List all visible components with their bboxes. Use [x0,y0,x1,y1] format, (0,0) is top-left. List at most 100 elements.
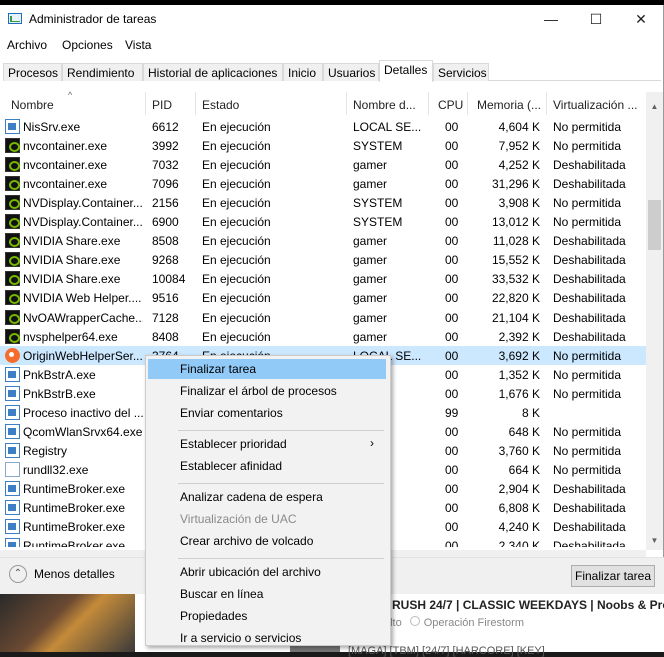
column-virtualizacion[interactable]: Virtualización ... [553,98,643,112]
process-status: En ejecución [202,253,271,268]
context-menu-item[interactable]: Enviar comentarios [148,403,386,423]
nvidia-icon [5,271,20,287]
table-row[interactable]: NVDisplay.Container... 2156 En ejecución SY… [0,193,646,212]
process-name: NVDisplay.Container... [23,215,143,230]
process-virtualization: Deshabilitada [553,520,626,535]
menu-vista[interactable]: Vista [125,38,151,52]
column-divider[interactable] [195,92,196,115]
process-name: NVIDIA Share.exe [23,234,121,249]
table-row[interactable]: nvcontainer.exe 7096 En ejecución gamer 00 31… [0,174,646,193]
process-pid: 6900 [152,215,179,230]
table-row[interactable]: nvsphelper64.exe 8408 En ejecución gamer 00 2… [0,327,646,346]
nvidia-icon [5,233,20,249]
tab-servicios[interactable]: Servicios [433,63,489,81]
process-cpu: 00 [445,158,459,173]
menu-archivo[interactable]: Archivo [7,38,47,52]
process-cpu: 00 [445,386,459,401]
context-menu-item[interactable]: Propiedades [148,606,386,626]
column-divider[interactable] [546,92,547,115]
process-virtualization: No permitida [553,139,622,154]
column-divider[interactable] [467,92,468,115]
process-cpu: 00 [445,539,459,547]
tab-detalles[interactable]: Detalles [379,60,433,82]
column-divider[interactable] [145,92,146,115]
column-usuario[interactable]: Nombre d... [353,98,423,112]
process-name: RuntimeBroker.exe [23,539,126,547]
context-menu-item-label: Buscar en línea [180,587,264,601]
column-memoria[interactable]: Memoria (... [477,98,547,112]
context-menu-item[interactable]: Buscar en línea [148,584,386,604]
column-pid[interactable]: PID [152,98,192,112]
menu-separator [178,558,384,559]
column-divider[interactable] [428,92,429,115]
table-row[interactable]: NVIDIA Share.exe 8508 En ejecución gamer 00 1… [0,231,646,250]
process-name: NVIDIA Share.exe [23,272,121,287]
table-row[interactable]: NVDisplay.Container... 6900 En ejecución SY… [0,212,646,231]
maximize-button[interactable]: ☐ [573,5,619,33]
process-cpu: 00 [445,120,459,134]
table-row[interactable]: NvOAWrapperCache.... 7128 En ejecución game… [0,308,646,327]
column-nombre[interactable]: Nombre [11,98,141,112]
chevron-up-icon[interactable]: ⌃ [9,565,27,583]
context-menu-item[interactable]: Establecer prioridad › [148,434,386,454]
process-pid: 2156 [152,196,179,211]
process-virtualization: Deshabilitada [553,329,626,344]
table-row[interactable]: NVIDIA Web Helper.... 9516 En ejecución gam… [0,288,646,307]
column-cpu[interactable]: CPU [438,98,468,112]
windows-app-icon [5,500,20,515]
context-menu-item[interactable]: Finalizar tarea [148,359,386,379]
tab-inicio[interactable]: Inicio [283,63,323,81]
process-status: En ejecución [202,291,271,306]
scroll-down-arrow-icon[interactable]: ▼ [646,536,663,545]
tab-usuarios[interactable]: Usuarios [323,63,379,81]
tab-procesos[interactable]: Procesos [3,63,62,81]
end-task-button[interactable]: Finalizar tarea [571,565,655,587]
process-memory: 648 K [508,424,540,439]
table-row[interactable]: nvcontainer.exe 3992 En ejecución SYSTEM 00 7… [0,136,646,155]
tab-rendimiento[interactable]: Rendimiento [62,63,143,81]
menu-opciones[interactable]: Opciones [62,38,113,52]
scrollbar-thumb[interactable] [648,200,661,250]
column-divider[interactable] [346,92,347,115]
process-virtualization: No permitida [553,386,622,401]
window-title: Administrador de tareas [29,12,157,26]
process-virtualization: No permitida [553,443,622,458]
context-menu-item[interactable]: Abrir ubicación del archivo [148,562,386,582]
column-estado[interactable]: Estado [202,98,342,112]
process-pid: 7128 [152,310,179,325]
process-memory: 1,352 K [498,367,540,382]
process-cpu: 00 [445,310,459,325]
minimize-button[interactable]: — [528,5,574,33]
process-memory: 8 K [521,405,540,420]
context-menu-item-label: Propiedades [180,609,248,623]
context-menu-item[interactable]: Finalizar el árbol de procesos [148,381,386,401]
scroll-up-arrow-icon[interactable]: ▲ [646,102,663,111]
table-row[interactable]: nvcontainer.exe 7032 En ejecución gamer 00 4,… [0,155,646,174]
process-memory: 11,028 K [492,234,540,249]
process-cpu: 00 [445,196,459,211]
process-name: nvcontainer.exe [23,139,108,154]
table-row[interactable]: NisSrv.exe 6612 En ejecución LOCAL SE... 00 4… [0,117,646,136]
windows-app-icon [5,366,20,382]
nvidia-icon [5,157,20,173]
tab-historial[interactable]: Historial de aplicaciones [143,63,283,81]
context-menu-item-label: Analizar cadena de espera [180,490,323,504]
close-button[interactable]: ✕ [618,5,664,33]
vertical-scrollbar[interactable]: ▲ ▼ [646,92,663,550]
less-details-link[interactable]: Menos detalles [34,567,115,581]
process-virtualization: Deshabilitada [553,177,626,192]
chevron-right-icon: › [370,436,374,450]
process-cpu: 00 [445,329,459,344]
process-virtualization: Deshabilitada [553,272,626,287]
context-menu-item[interactable]: Analizar cadena de espera [148,487,386,507]
process-user: LOCAL SE... [353,120,422,134]
table-row[interactable]: NVIDIA Share.exe 9268 En ejecución gamer 00 1… [0,250,646,269]
process-user: gamer [353,253,388,268]
process-name: OriginWebHelperSer... [23,348,143,363]
process-memory: 3,760 K [498,443,540,458]
context-menu-item[interactable]: Crear archivo de volcado [148,531,386,551]
context-menu-item[interactable]: Ir a servicio o servicios [148,628,386,648]
context-menu-item[interactable]: Establecer afinidad [148,456,386,476]
process-pid: 6612 [152,120,179,134]
table-row[interactable]: NVIDIA Share.exe 10084 En ejecución gamer 00… [0,269,646,288]
